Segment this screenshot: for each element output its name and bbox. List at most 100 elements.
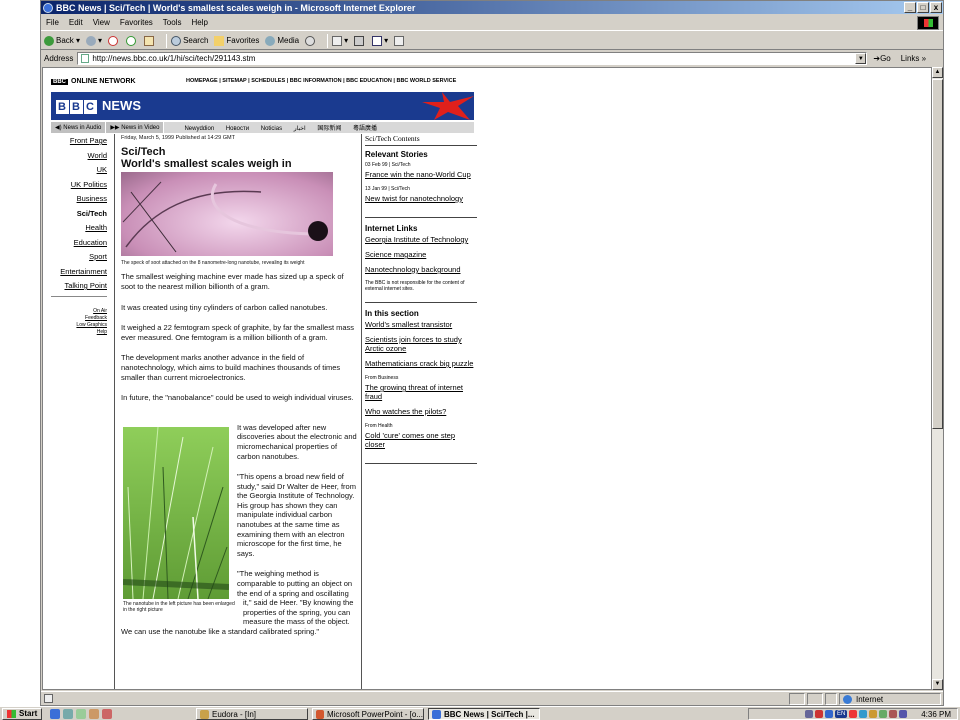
nav-education[interactable]: Education: [43, 238, 107, 247]
red-star-graphic: [422, 92, 474, 120]
close-button[interactable]: x: [930, 2, 942, 13]
nav-world[interactable]: World: [43, 151, 107, 160]
task-ie[interactable]: BBC News | Sci/Tech |...: [428, 708, 540, 720]
favorites-button[interactable]: Favorites: [214, 35, 259, 46]
edit-button[interactable]: ▾: [372, 35, 388, 46]
lang-arabic[interactable]: اخبار: [294, 126, 306, 132]
nav-sport[interactable]: Sport: [43, 252, 107, 261]
section-link[interactable]: Scientists join forces to study Arctic o…: [365, 335, 477, 353]
tray-icon[interactable]: [869, 710, 878, 718]
contents-header[interactable]: Sci/Tech Contents: [365, 134, 477, 143]
menu-tools[interactable]: Tools: [163, 18, 182, 27]
app-quicklaunch-icon[interactable]: [102, 708, 113, 719]
story-link[interactable]: New twist for nanotechnology: [365, 194, 477, 203]
tray-icon[interactable]: [879, 710, 888, 718]
on-air-link[interactable]: On Air: [43, 308, 107, 315]
tray-icon[interactable]: [815, 710, 824, 718]
address-dropdown-icon[interactable]: ▼: [855, 53, 867, 64]
start-button[interactable]: Start: [2, 707, 43, 720]
address-input[interactable]: http://news.bbc.co.uk/1/hi/sci/tech/2911…: [77, 52, 868, 65]
tray-icon[interactable]: [805, 710, 814, 718]
lang-cantonese[interactable]: 粵語廣播: [353, 126, 377, 132]
outlook-quicklaunch-icon[interactable]: [63, 708, 74, 719]
word-icon: [372, 35, 383, 46]
menu-help[interactable]: Help: [191, 18, 207, 27]
home-button[interactable]: [144, 35, 156, 46]
title-bar[interactable]: BBC News | Sci/Tech | World's smallest s…: [41, 1, 943, 14]
bbc-news-banner[interactable]: B B C NEWS: [51, 92, 474, 120]
task-eudora[interactable]: Eudora - [In]: [196, 708, 308, 720]
story-link[interactable]: France win the nano-World Cup: [365, 170, 477, 179]
menu-favorites[interactable]: Favorites: [120, 18, 153, 27]
tray-icon[interactable]: [889, 710, 898, 718]
refresh-button[interactable]: [126, 35, 138, 46]
stop-button[interactable]: [108, 35, 120, 46]
history-button[interactable]: [305, 35, 317, 46]
nav-front-page[interactable]: Front Page: [43, 136, 107, 145]
status-cell: [789, 693, 805, 705]
status-bar: Internet: [41, 691, 943, 705]
low-graphics-link[interactable]: Low Graphics: [43, 322, 107, 329]
news-in-audio-link[interactable]: ◀) News in Audio: [51, 122, 107, 133]
lang-spanish[interactable]: Noticias: [261, 126, 282, 132]
task-powerpoint[interactable]: Microsoft PowerPoint - [o...: [312, 708, 424, 720]
links-button[interactable]: Links »: [901, 54, 926, 63]
internet-link[interactable]: Science magazine: [365, 250, 477, 259]
media-button[interactable]: Media: [265, 35, 299, 46]
menu-view[interactable]: View: [93, 18, 110, 27]
section-link[interactable]: Cold 'cure' comes one step closer: [365, 431, 477, 449]
lang-russian[interactable]: Новости: [226, 126, 249, 132]
tray-icon[interactable]: [859, 710, 868, 718]
ie-icon: [432, 709, 441, 719]
headline: World's smallest scales weigh in: [121, 158, 292, 171]
nanotube-micrograph: [122, 181, 328, 253]
nav-uk[interactable]: UK: [43, 165, 107, 174]
language-indicator[interactable]: EN: [835, 710, 848, 718]
desktop-quicklaunch-icon[interactable]: [76, 708, 87, 719]
print-button[interactable]: [354, 35, 366, 46]
internet-links-title: Internet Links: [365, 224, 418, 233]
help-link[interactable]: Help: [43, 329, 107, 336]
internet-link[interactable]: Nanotechnology background: [365, 265, 477, 274]
bbc-news-logo: B B C NEWS: [56, 98, 141, 114]
lang-welsh[interactable]: Newyddion: [184, 126, 214, 132]
section-link[interactable]: Who watches the pilots?: [365, 407, 477, 416]
nav-scitech[interactable]: Sci/Tech: [43, 209, 107, 218]
feedback-link[interactable]: Feedback: [43, 315, 107, 322]
minimize-button[interactable]: _: [904, 2, 916, 13]
section-link[interactable]: Mathematicians crack big puzzle: [365, 359, 477, 368]
news-in-video-link[interactable]: ▶▶ News in Video: [106, 122, 165, 133]
ie-quicklaunch-icon[interactable]: [50, 708, 61, 719]
tray-icon[interactable]: [849, 710, 858, 718]
top-nav-links[interactable]: HOMEPAGE | SITEMAP | SCHEDULES | BBC INF…: [186, 78, 456, 84]
menu-edit[interactable]: Edit: [69, 18, 83, 27]
scroll-up-icon[interactable]: ▲: [932, 67, 943, 78]
internet-link[interactable]: Georgia Institute of Technology: [365, 235, 477, 244]
divider: [365, 217, 477, 218]
app-quicklaunch-icon[interactable]: [89, 708, 100, 719]
paragraph: In future, the "nanobalance" could be us…: [121, 393, 354, 403]
story-meta: 13 Jan 99 | Sci/Tech: [365, 186, 410, 192]
scroll-thumb[interactable]: [932, 79, 943, 429]
tray-icon[interactable]: [825, 710, 834, 718]
nav-business[interactable]: Business: [43, 194, 107, 203]
maximize-button[interactable]: □: [917, 2, 929, 13]
back-button[interactable]: Back ▾: [44, 35, 80, 46]
vertical-scrollbar[interactable]: ▲ ▼: [932, 67, 943, 690]
menu-file[interactable]: File: [46, 18, 59, 27]
search-button[interactable]: Search: [171, 35, 208, 46]
section-link[interactable]: World's smallest transistor: [365, 320, 477, 329]
nav-uk-politics[interactable]: UK Politics: [43, 180, 107, 189]
nav-health[interactable]: Health: [43, 223, 107, 232]
discuss-button[interactable]: [394, 35, 406, 46]
clock[interactable]: 4:36 PM: [921, 710, 951, 719]
section-link[interactable]: The growing threat of internet fraud: [365, 383, 477, 401]
lang-chinese[interactable]: 国际新闻: [317, 126, 341, 132]
go-button[interactable]: ➔Go: [873, 54, 890, 63]
nav-entertainment[interactable]: Entertainment: [43, 267, 107, 276]
nav-talking-point[interactable]: Talking Point: [43, 281, 107, 290]
tray-icon[interactable]: [899, 710, 908, 718]
mail-button[interactable]: ▾: [332, 35, 348, 46]
scroll-down-icon[interactable]: ▼: [932, 679, 943, 690]
forward-button[interactable]: ▾: [86, 35, 102, 46]
